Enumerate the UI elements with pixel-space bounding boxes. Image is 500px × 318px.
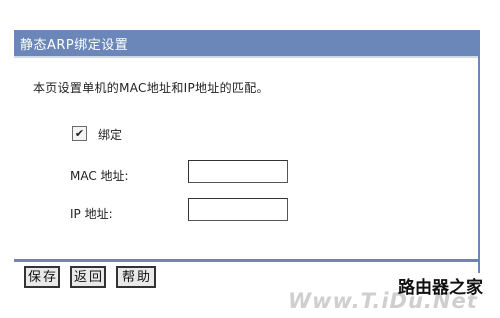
back-button[interactable]: 返回 <box>70 266 106 288</box>
page-title: 静态ARP绑定设置 <box>20 38 129 53</box>
mac-address-input[interactable] <box>188 160 288 183</box>
panel-border-right <box>478 30 480 273</box>
bind-checkbox[interactable]: ✔ <box>72 126 87 141</box>
watermark-brand: 路由器之家 <box>398 278 483 298</box>
mac-address-label: MAC 地址: <box>70 169 129 183</box>
ip-address-input[interactable] <box>188 198 288 221</box>
bind-checkbox-label: 绑定 <box>98 128 123 142</box>
panel-bottom-bar <box>14 259 480 262</box>
watermark: Www.T.iDu.Net 路由器之家 <box>288 271 498 315</box>
page-frame: 静态ARP绑定设置 本页设置单机的MAC地址和IP地址的匹配。 ✔ 绑定 MAC… <box>0 0 500 318</box>
help-button[interactable]: 帮助 <box>116 266 156 288</box>
panel-title-bar: 静态ARP绑定设置 <box>14 30 480 58</box>
save-button[interactable]: 保存 <box>24 266 60 288</box>
ip-address-label: IP 地址: <box>70 207 113 221</box>
page-description: 本页设置单机的MAC地址和IP地址的匹配。 <box>33 81 269 95</box>
